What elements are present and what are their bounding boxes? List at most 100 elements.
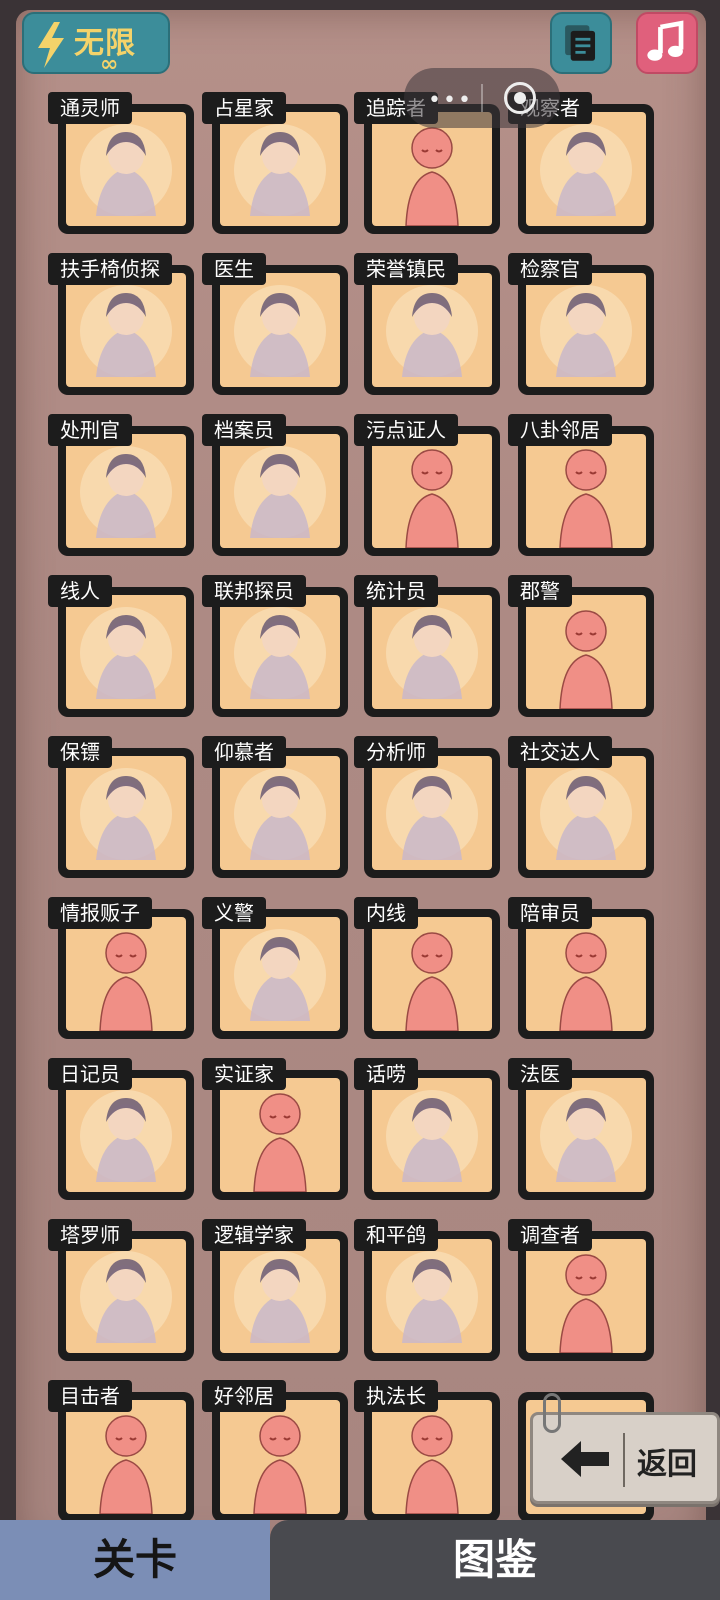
character-gallery-grid: 通灵师占星家追踪者观察者扶手椅侦探医生荣誉镇民检察官处刑官档案员污点证人八卦邻居… [0, 0, 720, 1520]
character-art-frame [526, 434, 646, 548]
character-card[interactable]: 统计员 [354, 575, 500, 717]
character-card[interactable]: 档案员 [202, 414, 348, 556]
character-art-frame [66, 1400, 186, 1514]
character-art-frame [66, 273, 186, 387]
character-portrait-icon [80, 1090, 172, 1182]
character-art-frame [526, 1239, 646, 1353]
character-card[interactable]: 法医 [508, 1058, 654, 1200]
character-art-frame [220, 273, 340, 387]
character-card[interactable]: 逻辑学家 [202, 1219, 348, 1361]
character-name-label: 污点证人 [354, 414, 458, 446]
character-name-label: 档案员 [202, 414, 286, 446]
character-name-label: 执法长 [354, 1380, 438, 1412]
character-art-frame [372, 595, 492, 709]
character-name-label: 联邦探员 [202, 575, 306, 607]
character-card[interactable]: 调查者 [508, 1219, 654, 1361]
character-card[interactable]: 线人 [48, 575, 194, 717]
character-card[interactable]: 目击者 [48, 1380, 194, 1520]
tab-gallery[interactable]: 图鉴 [270, 1520, 720, 1600]
character-card[interactable]: 联邦探员 [202, 575, 348, 717]
mini-program-capsule[interactable]: ••• [404, 68, 560, 128]
character-card[interactable]: 塔罗师 [48, 1219, 194, 1361]
character-card[interactable]: 内线 [354, 897, 500, 1039]
character-portrait-icon [234, 124, 326, 216]
character-art-frame [526, 273, 646, 387]
character-art-frame [66, 1078, 186, 1192]
character-portrait-icon [540, 285, 632, 377]
character-card[interactable]: 扶手椅侦探 [48, 253, 194, 395]
character-name-label: 扶手椅侦探 [48, 253, 172, 285]
stick-figure-icon [405, 1415, 459, 1514]
documents-button[interactable] [550, 12, 612, 74]
character-portrait-icon [540, 768, 632, 860]
character-card[interactable]: 实证家 [202, 1058, 348, 1200]
character-card[interactable]: 检察官 [508, 253, 654, 395]
character-card[interactable]: 医生 [202, 253, 348, 395]
character-art-frame [66, 112, 186, 226]
stick-figure-icon [559, 610, 613, 709]
character-art-frame [372, 756, 492, 870]
character-card[interactable]: 社交达人 [508, 736, 654, 878]
character-card[interactable]: 义警 [202, 897, 348, 1039]
character-card[interactable]: 陪审员 [508, 897, 654, 1039]
character-portrait-icon [234, 929, 326, 1021]
character-art-frame [220, 1239, 340, 1353]
character-card[interactable]: 和平鸽 [354, 1219, 500, 1361]
character-portrait-icon [80, 124, 172, 216]
stick-figure-icon [559, 449, 613, 548]
character-card[interactable]: 荣誉镇民 [354, 253, 500, 395]
character-card[interactable]: 通灵师 [48, 92, 194, 234]
character-card[interactable]: 话唠 [354, 1058, 500, 1200]
character-portrait-icon [80, 1251, 172, 1343]
character-portrait-icon [80, 446, 172, 538]
back-button[interactable]: 返回 [530, 1393, 720, 1504]
character-name-label: 陪审员 [508, 897, 592, 929]
stick-figure-icon [559, 1254, 613, 1353]
character-art-frame [526, 1078, 646, 1192]
character-card[interactable]: 好邻居 [202, 1380, 348, 1520]
character-portrait-icon [234, 446, 326, 538]
character-card[interactable]: 占星家 [202, 92, 348, 234]
character-card[interactable]: 执法长 [354, 1380, 500, 1520]
character-art-frame [220, 1400, 340, 1514]
character-art-frame [372, 434, 492, 548]
character-art-frame [220, 917, 340, 1031]
character-portrait-icon [234, 285, 326, 377]
character-name-label: 法医 [508, 1058, 572, 1090]
tab-levels[interactable]: 关卡 [0, 1520, 270, 1600]
energy-badge[interactable]: 无限 ∞ [22, 12, 170, 77]
character-card[interactable]: 情报贩子 [48, 897, 194, 1039]
character-card[interactable]: 日记员 [48, 1058, 194, 1200]
character-card[interactable]: 保镖 [48, 736, 194, 878]
character-name-label: 保镖 [48, 736, 112, 768]
character-card[interactable]: 八卦邻居 [508, 414, 654, 556]
character-card[interactable]: 处刑官 [48, 414, 194, 556]
character-art-frame [372, 1239, 492, 1353]
character-card[interactable]: 污点证人 [354, 414, 500, 556]
music-note-icon [647, 20, 684, 61]
capsule-divider [481, 84, 483, 112]
character-name-label: 实证家 [202, 1058, 286, 1090]
stick-figure-icon [99, 1415, 153, 1514]
character-portrait-icon [234, 607, 326, 699]
character-card[interactable]: 郡警 [508, 575, 654, 717]
character-name-label: 荣誉镇民 [354, 253, 458, 285]
character-art-frame [66, 1239, 186, 1353]
close-target-icon[interactable] [504, 82, 536, 114]
character-card[interactable]: 分析师 [354, 736, 500, 878]
character-name-label: 好邻居 [202, 1380, 286, 1412]
character-art-frame [220, 434, 340, 548]
stick-figure-icon [253, 1093, 307, 1192]
more-icon[interactable]: ••• [428, 88, 473, 113]
character-art-frame [66, 595, 186, 709]
character-portrait-icon [540, 124, 632, 216]
character-art-frame [220, 595, 340, 709]
music-button[interactable] [636, 12, 698, 74]
paperclip-icon [543, 1393, 561, 1433]
bottom-tab-bar: 关卡 图鉴 [0, 1520, 720, 1600]
character-art-frame [372, 917, 492, 1031]
character-name-label: 塔罗师 [48, 1219, 132, 1251]
back-divider [623, 1433, 625, 1487]
character-portrait-icon [386, 768, 478, 860]
character-card[interactable]: 仰慕者 [202, 736, 348, 878]
